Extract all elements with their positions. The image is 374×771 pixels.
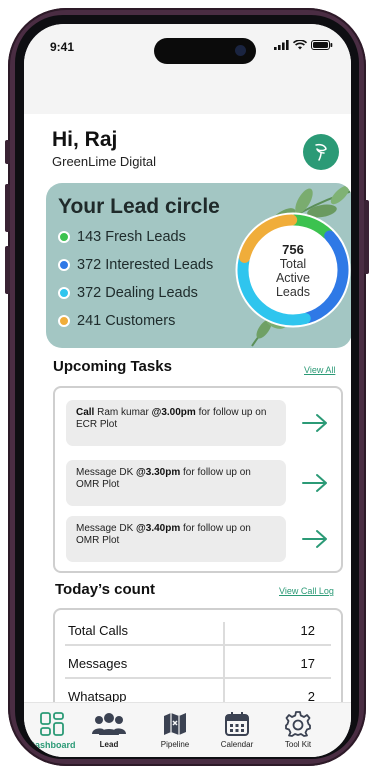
- status-time: 9:41: [50, 40, 75, 54]
- task-card[interactable]: Call Ram kumar @3.00pm for follow up on …: [66, 400, 286, 446]
- total-active-label: Total: [279, 256, 307, 271]
- dashboard-icon: [40, 712, 64, 736]
- arrow-right-icon[interactable]: [302, 473, 328, 493]
- donut-center-label: 756 Total Active Leads: [234, 211, 351, 329]
- lead-row-interested: 372 Interested Leads: [58, 257, 213, 273]
- greeting-block: Hi, Raj GreenLime Digital: [52, 128, 156, 169]
- lead-label: 372 Interested Leads: [77, 257, 214, 273]
- task-time: @3.00pm: [151, 407, 196, 418]
- lead-circle-title: Your Lead circle: [58, 195, 220, 218]
- status-bar: 9:41: [24, 24, 351, 114]
- lead-row-fresh: 143 Fresh Leads: [58, 229, 186, 245]
- task-verb: Message DK: [76, 523, 137, 534]
- side-button: [5, 246, 10, 294]
- task-verb: Message DK: [76, 467, 137, 478]
- brand-logo[interactable]: [303, 134, 339, 170]
- side-button: [5, 184, 10, 232]
- users-icon: [92, 713, 126, 735]
- task-time: @3.30pm: [136, 467, 181, 478]
- nav-label: Lead: [99, 740, 119, 749]
- arrow-right-icon[interactable]: [302, 529, 328, 549]
- legend-dot-icon: [58, 287, 70, 299]
- signal-icon: [274, 40, 289, 50]
- total-active-label: Active: [275, 270, 311, 285]
- map-icon: [164, 713, 186, 735]
- nav-calendar[interactable]: Calendar: [206, 711, 268, 749]
- legend-dot-icon: [58, 231, 70, 243]
- nav-label: Calendar: [220, 740, 254, 749]
- view-call-log-link[interactable]: View Call Log: [279, 586, 334, 596]
- count-value: 17: [300, 656, 315, 671]
- lead-circle-card[interactable]: Your Lead circle 143 Fresh Leads 372 Int…: [46, 183, 351, 348]
- count-label: Messages: [68, 656, 128, 671]
- status-icons: [274, 40, 333, 50]
- count-label: Total Calls: [68, 623, 128, 638]
- lead-row-dealing: 372 Dealing Leads: [58, 285, 198, 301]
- side-button: [5, 140, 10, 164]
- wifi-icon: [293, 40, 307, 50]
- battery-icon: [311, 40, 333, 50]
- total-active-number: 756: [282, 241, 304, 257]
- nav-dashboard[interactable]: Dashboard: [24, 711, 83, 750]
- lead-label: 372 Dealing Leads: [77, 285, 198, 301]
- task-text: Ram kumar: [94, 407, 152, 418]
- screen: 9:41 Hi, Raj GreenLime Digital Your Lead…: [24, 24, 351, 757]
- calendar-icon: [225, 712, 249, 736]
- count-row: Messages 17: [65, 647, 331, 679]
- nav-label: Tool Kit: [284, 740, 312, 749]
- dynamic-island: [154, 38, 256, 64]
- arrow-right-icon[interactable]: [302, 413, 328, 433]
- nav-label: Dashboard: [28, 740, 76, 750]
- lead-label: 143 Fresh Leads: [77, 229, 186, 245]
- gear-icon: [285, 711, 311, 737]
- organization-name: GreenLime Digital: [52, 154, 157, 169]
- upcoming-tasks-title: Upcoming Tasks: [53, 358, 172, 375]
- nav-pipeline[interactable]: Pipeline: [144, 711, 206, 749]
- nav-lead[interactable]: Lead: [78, 711, 140, 749]
- greeting-title: Hi, Raj: [52, 128, 118, 151]
- task-verb: Call: [76, 407, 95, 418]
- todays-count-title: Today’s count: [55, 581, 156, 598]
- lead-row-customers: 241 Customers: [58, 313, 175, 329]
- count-value: 12: [300, 623, 315, 638]
- camera-icon: [235, 45, 246, 56]
- nav-label: Pipeline: [160, 740, 190, 749]
- count-row: Total Calls 12: [65, 614, 331, 646]
- legend-dot-icon: [58, 259, 70, 271]
- lead-label: 241 Customers: [77, 313, 176, 329]
- leaf-logo-icon: [315, 143, 327, 161]
- tasks-list: Call Ram kumar @3.00pm for follow up on …: [53, 386, 343, 573]
- side-button: [364, 200, 369, 274]
- bottom-nav: Dashboard Lead Pipeline Calendar Tool Ki…: [24, 702, 351, 757]
- task-card[interactable]: Message DK @3.40pm for follow up on OMR …: [66, 516, 286, 562]
- legend-dot-icon: [58, 315, 70, 327]
- nav-toolkit[interactable]: Tool Kit: [267, 711, 329, 749]
- view-all-link[interactable]: View All: [304, 365, 335, 375]
- task-time: @3.40pm: [136, 523, 181, 534]
- total-active-label: Leads: [275, 284, 311, 299]
- task-card[interactable]: Message DK @3.30pm for follow up on OMR …: [66, 460, 286, 506]
